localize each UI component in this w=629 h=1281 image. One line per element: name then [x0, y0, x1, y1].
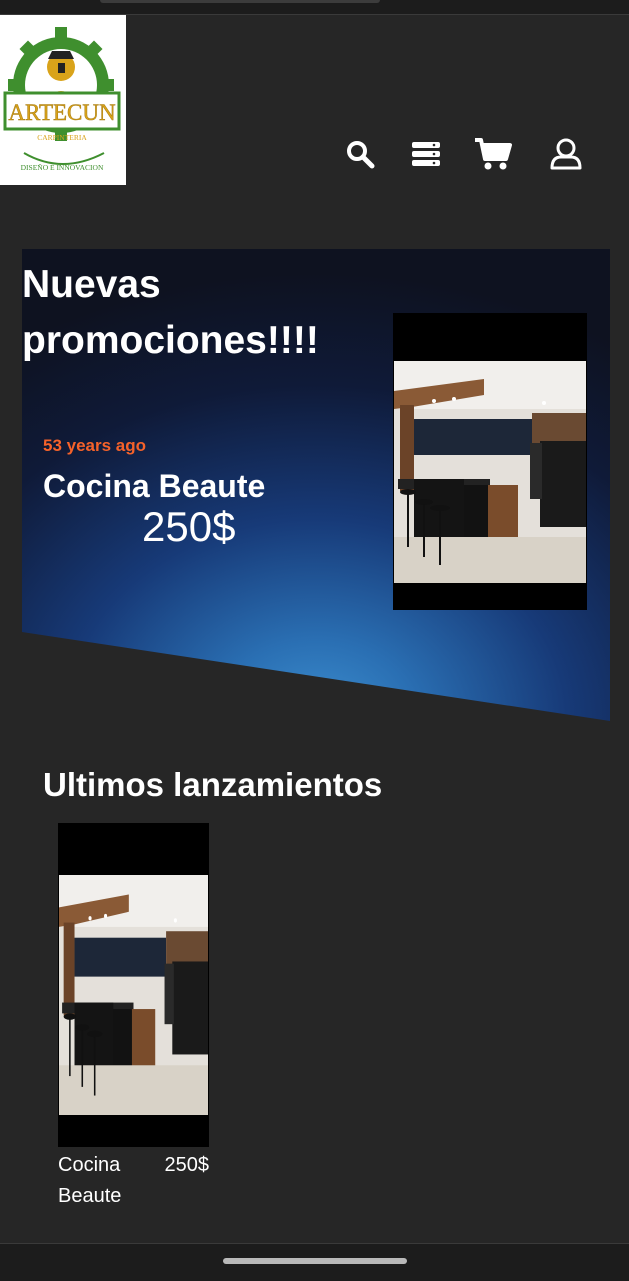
- cart-button[interactable]: [473, 134, 513, 174]
- promo-hero: Nuevas promociones!!!! 53 years ago Coci…: [22, 249, 610, 721]
- status-bar: [0, 0, 629, 15]
- brand-logo-name: ARTECUN: [8, 100, 116, 125]
- product-card-name[interactable]: Cocina Beaute: [58, 1150, 148, 1212]
- search-icon: [347, 141, 375, 169]
- status-bar-notch: [100, 0, 380, 3]
- brand-logo[interactable]: ARTECUN CARPINTERIA DISEÑO E INNOVACION: [0, 15, 126, 185]
- hero-product-image[interactable]: [393, 313, 587, 610]
- menu-icon: [412, 142, 440, 166]
- kitchen-photo: [59, 875, 208, 1115]
- system-nav-bar: [0, 1243, 629, 1281]
- brand-logo-tagline: DISEÑO E INNOVACION: [21, 162, 104, 172]
- cart-icon: [475, 138, 512, 170]
- brand-logo-subtitle: CARPINTERIA: [37, 133, 87, 142]
- hero-title: Nuevas promociones!!!!: [22, 263, 319, 362]
- search-button[interactable]: [340, 134, 380, 174]
- product-card[interactable]: Cocina Beaute 250$: [58, 823, 209, 1213]
- hero-product-name[interactable]: Cocina Beaute: [43, 468, 265, 505]
- hero-product-price: 250$: [142, 503, 236, 550]
- menu-button[interactable]: [406, 134, 446, 174]
- home-indicator[interactable]: [223, 1258, 407, 1264]
- kitchen-photo: [394, 361, 586, 583]
- user-icon: [550, 138, 582, 170]
- latest-section-title: Ultimos lanzamientos: [43, 766, 383, 803]
- product-card-price: 250$: [164, 1154, 210, 1176]
- hero-time-ago: 53 years ago: [43, 436, 147, 455]
- user-button[interactable]: [546, 134, 586, 174]
- product-card-image[interactable]: [58, 823, 209, 1147]
